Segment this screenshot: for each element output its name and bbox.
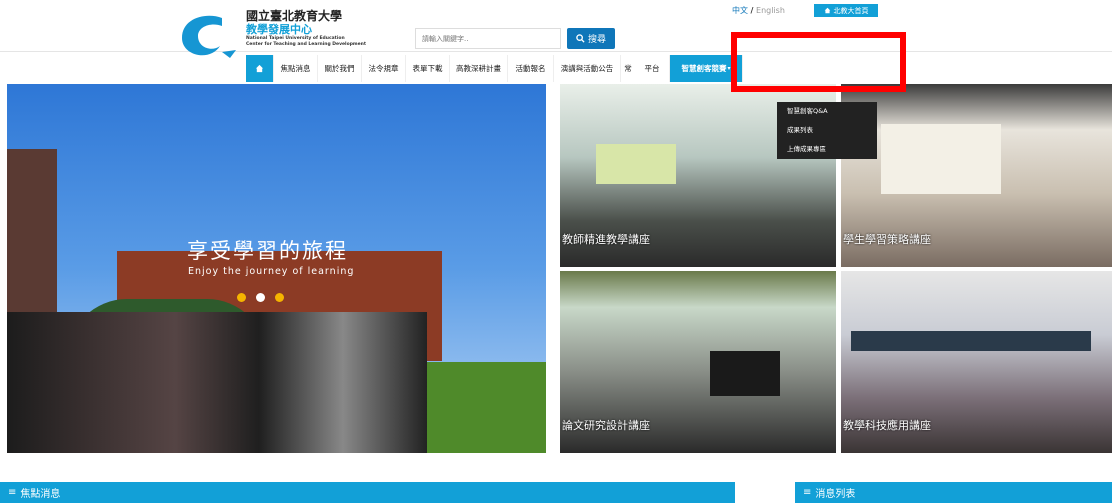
search-button[interactable]: 搜尋 [567,28,615,49]
tile-label: 教師精進教學講座 [562,233,650,246]
search-button-label: 搜尋 [587,35,606,45]
search-icon [576,34,585,43]
menu-icon: ≡ [8,487,17,498]
carousel-dot-2[interactable] [256,293,265,302]
tile-tech-lecture[interactable]: 教學科技應用講座 [841,271,1112,453]
news-section-title: 焦點消息 [20,489,61,500]
dropdown-item-qa[interactable]: 智慧創客Q&A [777,102,877,121]
hero-subtitle: Enjoy the journey of learning [188,266,355,277]
tile-thesis-lecture[interactable]: 論文研究設計講座 [560,271,836,453]
home-icon [824,7,830,14]
language-switcher: 中文 / English [732,5,785,16]
tile-label: 學生學習策略講座 [843,233,931,246]
nav-item-platform[interactable]: 平台 [635,55,670,82]
university-home-link[interactable]: 北教大首頁 [814,4,878,17]
site-header: 國立臺北教育大學 教學發展中心 National Taipei Universi… [0,0,1112,58]
menu-icon: ≡ [803,487,812,498]
hero-carousel[interactable]: 享受學習的旅程 Enjoy the journey of learning [7,84,546,453]
tile-screen [881,124,1001,194]
tile-student-lecture[interactable]: 學生學習策略講座 [841,84,1112,267]
logo-text[interactable]: 國立臺北教育大學 教學發展中心 National Taipei Universi… [246,9,396,48]
nav-item-deep-plowing[interactable]: 高教深耕計畫 [450,55,508,82]
lang-en-link[interactable]: English [756,6,785,15]
search-input[interactable] [415,28,561,49]
nav-item-partial[interactable]: 常 [621,55,635,82]
nav-item-regulations[interactable]: 法令規章 [362,55,406,82]
hero-title: 享受學習的旅程 [187,239,348,263]
dropdown-item-upload[interactable]: 上傳成果專區 [777,140,877,159]
dropdown-item-results[interactable]: 成果列表 [777,121,877,140]
tile-projection [596,144,676,184]
maker-contest-label: 智慧創客競賽 [681,64,727,73]
tile-label: 教學科技應用講座 [843,419,931,432]
carousel-dot-1[interactable] [237,293,246,302]
nav-item-lectures[interactable]: 演講與活動公告 [554,55,621,82]
home-link-label: 北教大首頁 [833,6,869,15]
lang-separator: / [750,6,754,15]
main-nav: 焦點消息 關於我們 法令規章 表單下載 高教深耕計畫 活動報名 演講與活動公告 … [246,55,743,82]
lang-zh-link[interactable]: 中文 [732,6,748,15]
nav-item-registration[interactable]: 活動報名 [508,55,554,82]
list-section-header: ≡ 消息列表 [795,482,1112,503]
logo-title: 國立臺北教育大學 [246,9,343,23]
tile-monitors [851,331,1091,351]
home-icon [255,64,264,73]
university-logo[interactable] [178,12,242,60]
maker-contest-dropdown: 智慧創客Q&A 成果列表 上傳成果專區 [777,102,877,159]
nav-item-news[interactable]: 焦點消息 [274,55,318,82]
tile-laptop [710,351,780,396]
nav-item-about[interactable]: 關於我們 [318,55,362,82]
nav-item-forms[interactable]: 表單下載 [406,55,450,82]
tile-label: 論文研究設計講座 [562,419,650,432]
carousel-dot-3[interactable] [275,293,284,302]
list-section-title: 消息列表 [815,489,856,500]
highlight-box [731,32,906,92]
hero-people [7,312,427,453]
news-section-header: ≡ 焦點消息 [0,482,735,503]
logo-subtitle: 教學發展中心 [246,23,312,36]
logo-english-line-2: Center for Teaching and Learning Develop… [246,42,367,47]
nav-home[interactable] [246,55,274,82]
